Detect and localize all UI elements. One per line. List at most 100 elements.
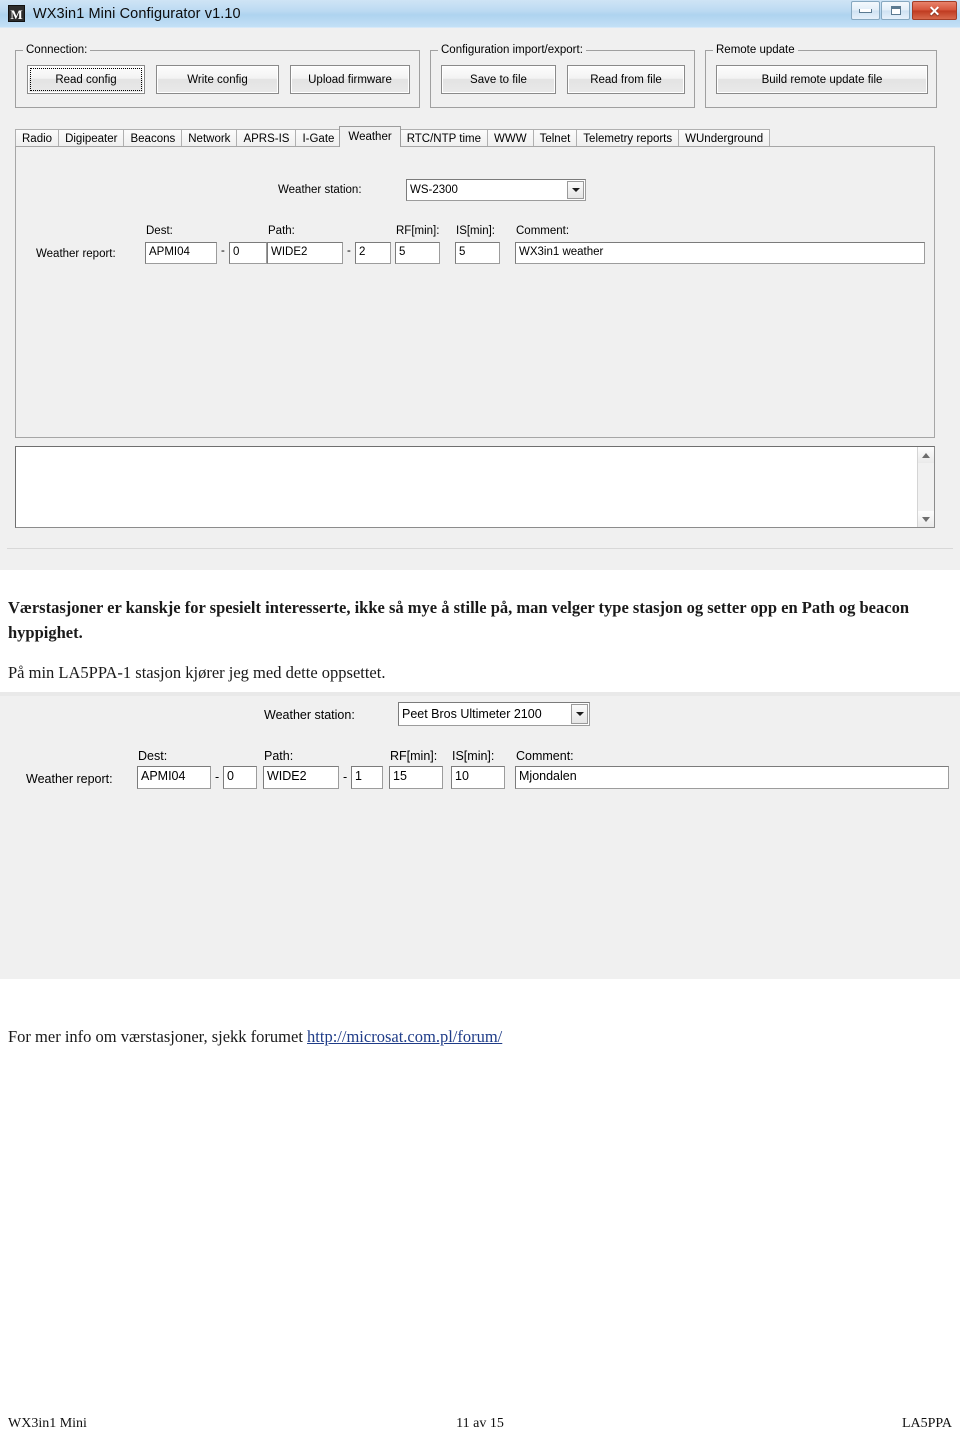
comment-label: Comment: — [516, 225, 570, 237]
tab-telemetry-reports[interactable]: Telemetry reports — [576, 129, 680, 147]
minimize-button[interactable] — [851, 1, 880, 20]
save-to-file-button[interactable]: Save to file — [441, 65, 556, 94]
dest-input[interactable]: APMI04 — [145, 242, 217, 264]
triangle-up-icon — [922, 452, 930, 458]
rf-interval-label-2: RF[min]: — [390, 749, 438, 763]
upload-firmware-label: Upload firmware — [308, 73, 392, 86]
chevron-down-icon[interactable] — [567, 181, 584, 199]
status-bar — [7, 548, 953, 567]
scroll-up-button[interactable] — [918, 447, 934, 463]
tab-label: I-Gate — [302, 133, 335, 145]
close-icon: ✕ — [928, 2, 941, 19]
dest-separator: - — [221, 245, 225, 257]
path-separator: - — [347, 245, 351, 257]
rf-interval-label: RF[min]: — [396, 225, 440, 237]
rf-interval-input-2[interactable]: 15 — [389, 766, 443, 789]
build-remote-update-file-label: Build remote update file — [761, 73, 883, 86]
build-remote-update-file-button[interactable]: Build remote update file — [716, 65, 928, 94]
tab-aprs-is[interactable]: APRS-IS — [236, 129, 297, 147]
weather-station-select[interactable]: WS-2300 — [406, 179, 586, 201]
app-icon: M — [8, 5, 25, 22]
dest-separator-2: - — [215, 770, 220, 784]
dest-ssid-input-2[interactable]: 0 — [223, 766, 257, 789]
window-titlebar[interactable]: M WX3in1 Mini Configurator v1.10 ✕ — [0, 0, 960, 31]
tab-wunderground[interactable]: WUnderground — [678, 129, 771, 147]
save-to-file-label: Save to file — [470, 73, 527, 86]
scroll-down-button[interactable] — [918, 511, 934, 527]
weather-report-label-2: Weather report: — [26, 772, 113, 786]
weather-station-select-2[interactable]: Peet Bros Ultimeter 2100 — [398, 702, 590, 726]
read-from-file-button[interactable]: Read from file — [567, 65, 685, 94]
tab-i-gate[interactable]: I-Gate — [295, 129, 342, 147]
tab-www[interactable]: WWW — [487, 129, 534, 147]
footer-right: LA5PPA — [901, 1416, 952, 1431]
path-input-2[interactable]: WIDE2 — [263, 766, 339, 789]
forum-link[interactable]: http://microsat.com.pl/forum/ — [307, 1027, 502, 1046]
tab-label: APRS-IS — [243, 133, 290, 145]
tab-weather[interactable]: Weather — [339, 126, 401, 147]
main-tabstrip: Radio Digipeater Beacons Network APRS-IS… — [15, 126, 935, 147]
tab-label: Telemetry reports — [583, 133, 673, 145]
path-separator-2: - — [343, 770, 348, 784]
weather-station-label: Weather station: — [278, 184, 362, 196]
log-scrollbar[interactable] — [917, 447, 934, 527]
path-input[interactable]: WIDE2 — [267, 242, 343, 264]
weather-tab-page: Weather station: WS-2300 Weather report:… — [15, 146, 935, 438]
maximize-button[interactable] — [881, 1, 910, 20]
dest-ssid-input[interactable]: 0 — [229, 242, 267, 264]
tab-label: Beacons — [130, 133, 176, 145]
comment-input-2[interactable]: Mjondalen — [515, 766, 949, 789]
log-output-text — [16, 447, 917, 527]
tab-rtc-ntp-time[interactable]: RTC/NTP time — [399, 129, 489, 147]
paragraph-forum-info: For mer info om værstasjoner, sjekk foru… — [8, 1024, 952, 1049]
close-button[interactable]: ✕ — [912, 1, 957, 20]
is-interval-label: IS[min]: — [456, 225, 495, 237]
tab-telnet[interactable]: Telnet — [532, 129, 578, 147]
read-config-button[interactable]: Read config — [27, 65, 145, 94]
rf-interval-input[interactable]: 5 — [395, 242, 440, 264]
screenshot-top-edge — [0, 692, 960, 696]
comment-label-2: Comment: — [516, 749, 574, 763]
connection-groupbox: Connection: Read config Write config Upl… — [15, 44, 420, 108]
tab-label: RTC/NTP time — [406, 133, 482, 145]
arrow-down-glyph-2 — [575, 712, 584, 716]
comment-input[interactable]: WX3in1 weather — [515, 242, 925, 264]
path-label-2: Path: — [264, 749, 294, 763]
triangle-down-icon — [922, 516, 930, 522]
path-ssid-input[interactable]: 2 — [355, 242, 391, 264]
window-controls: ✕ — [851, 1, 957, 20]
maximize-icon — [890, 6, 901, 15]
tab-label: WWW — [494, 133, 527, 145]
weather-report-label: Weather report: — [36, 248, 116, 260]
tab-digipeater[interactable]: Digipeater — [58, 129, 125, 147]
write-config-label: Write config — [187, 73, 248, 86]
path-label: Path: — [268, 225, 295, 237]
write-config-button[interactable]: Write config — [156, 65, 279, 94]
tab-label: Weather — [348, 131, 392, 143]
forum-info-text: For mer info om værstasjoner, sjekk foru… — [8, 1027, 303, 1046]
read-from-file-label: Read from file — [590, 73, 662, 86]
weather-tab-screenshot-la5ppa: Weather station: Peet Bros Ultimeter 210… — [0, 692, 960, 979]
tab-label: Digipeater — [65, 133, 118, 145]
tab-label: WUnderground — [685, 133, 764, 145]
tab-label: Network — [188, 133, 231, 145]
path-ssid-input-2[interactable]: 1 — [351, 766, 383, 789]
is-interval-label-2: IS[min]: — [452, 749, 495, 763]
arrow-down-glyph — [571, 188, 580, 192]
tab-label: Telnet — [539, 133, 571, 145]
tab-beacons[interactable]: Beacons — [123, 129, 183, 147]
is-interval-input-2[interactable]: 10 — [451, 766, 505, 789]
log-output-box[interactable] — [15, 446, 935, 528]
weather-station-value: WS-2300 — [410, 184, 458, 196]
dest-input-2[interactable]: APMI04 — [137, 766, 211, 789]
window-client-area: Connection: Read config Write config Upl… — [0, 28, 960, 570]
remote-update-groupbox: Remote update Build remote update file — [705, 44, 937, 108]
chevron-down-icon-2[interactable] — [571, 704, 588, 724]
import-export-legend: Configuration import/export: — [438, 44, 586, 56]
paragraph-intro: Værstasjoner er kanskje for spesielt int… — [8, 598, 909, 642]
upload-firmware-button[interactable]: Upload firmware — [290, 65, 410, 94]
is-interval-input[interactable]: 5 — [455, 242, 500, 264]
tab-radio[interactable]: Radio — [15, 129, 60, 147]
tab-network[interactable]: Network — [181, 129, 238, 147]
weather-station-value-2: Peet Bros Ultimeter 2100 — [402, 707, 542, 721]
